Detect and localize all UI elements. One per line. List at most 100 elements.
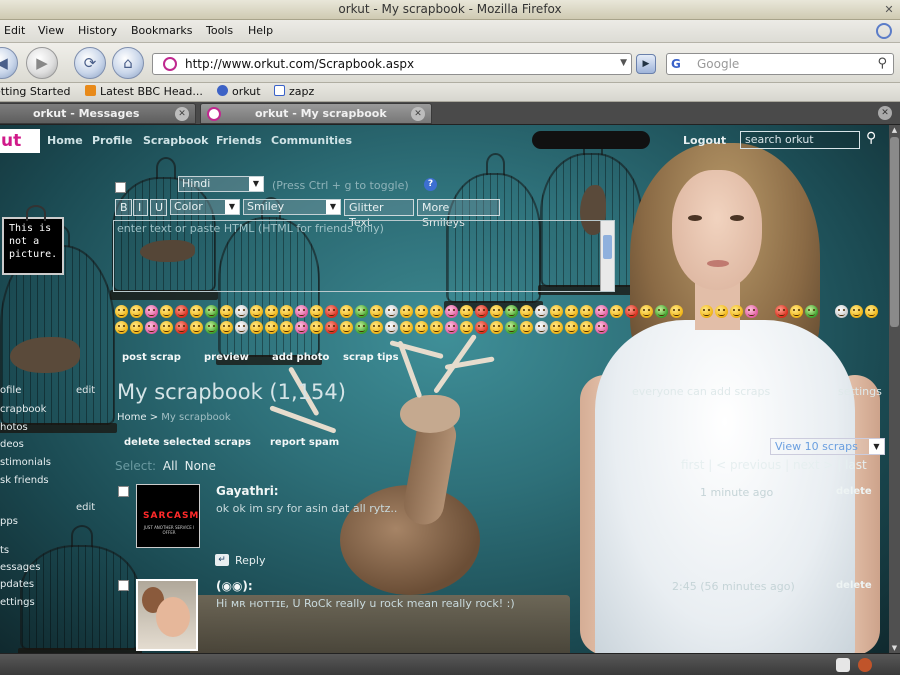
scrap-tips-link[interactable]: scrap tips [343,352,399,363]
smiley-icon[interactable] [190,321,203,334]
smiley-icon[interactable] [325,305,338,318]
reply-icon[interactable]: ↵ [215,554,229,566]
edit-link[interactable]: edit [76,385,95,396]
scrap-textarea[interactable]: enter text or paste HTML (HTML for frien… [113,220,615,292]
edit-link[interactable]: edit [76,502,95,513]
left-link-messages[interactable]: essages [0,562,40,573]
left-link-lists[interactable]: ts [0,545,9,556]
tab-messages[interactable]: orkut - Messages ✕ [0,103,196,124]
smiley-icon[interactable] [370,305,383,318]
smiley-icon[interactable] [520,305,533,318]
smiley-icon[interactable] [475,321,488,334]
smiley-icon[interactable] [355,305,368,318]
edit-page-icon[interactable] [836,658,850,672]
smiley-icon[interactable] [715,305,728,318]
smiley-icon[interactable] [385,321,398,334]
smiley-icon[interactable] [610,305,623,318]
google-engine-icon[interactable]: G [671,57,681,71]
transliterate-checkbox[interactable] [115,182,126,193]
smiley-icon[interactable] [460,321,473,334]
smiley-icon[interactable] [745,305,758,318]
reload-button[interactable]: ⟳ [74,47,106,79]
smiley-icon[interactable] [445,305,458,318]
smiley-icon[interactable] [205,305,218,318]
smiley-icon[interactable] [580,321,593,334]
smiley-icon[interactable] [550,321,563,334]
left-link-apps[interactable]: pps [0,516,18,527]
back-button[interactable]: ◀ [0,47,18,79]
smiley-icon[interactable] [460,305,473,318]
settings-link[interactable]: settings [838,385,882,398]
smiley-icon[interactable] [835,305,848,318]
smiley-icon[interactable] [730,305,743,318]
smiley-icon[interactable] [310,305,323,318]
smiley-icon[interactable] [550,305,563,318]
left-link-videos[interactable]: deos [0,439,24,450]
window-close-icon[interactable]: ✕ [882,3,896,16]
smiley-icon[interactable] [505,321,518,334]
smiley-icon[interactable] [220,321,233,334]
smiley-icon[interactable] [175,305,188,318]
page-scrollbar[interactable]: ▲ ▼ [889,125,900,653]
smiley-icon[interactable] [235,321,248,334]
underline-button[interactable]: U [150,199,167,216]
smiley-icon[interactable] [145,321,158,334]
smiley-icon[interactable] [400,305,413,318]
scrap-author[interactable]: (◉◉): [216,579,253,593]
smiley-icon[interactable] [220,305,233,318]
smiley-icon[interactable] [415,305,428,318]
smiley-icon[interactable] [265,305,278,318]
smiley-icon[interactable] [175,321,188,334]
smiley-icon[interactable] [115,321,128,334]
nav-scrapbook[interactable]: Scrapbook [143,134,208,147]
search-bar[interactable]: G Google ⚲ [666,53,894,75]
smiley-icon[interactable] [805,305,818,318]
smiley-icon[interactable] [160,305,173,318]
nav-communities[interactable]: Communities [271,134,352,147]
smiley-icon[interactable] [475,305,488,318]
select-all-link[interactable]: All [163,459,178,473]
breadcrumb-home[interactable]: Home [117,412,147,423]
smiley-icon[interactable] [130,321,143,334]
smiley-icon[interactable] [640,305,653,318]
orkut-logo[interactable]: ut [0,129,40,153]
go-button[interactable]: ▶ [636,54,656,74]
smiley-icon[interactable] [520,321,533,334]
avatar[interactable]: SARCASM JUST ANOTHER SERVICE I OFFER [136,484,200,548]
report-spam-button[interactable]: report spam [270,437,339,448]
smiley-icon[interactable] [130,305,143,318]
smiley-icon[interactable] [595,305,608,318]
menu-view[interactable]: View [38,24,64,37]
select-none-link[interactable]: None [185,459,216,473]
smiley-icon[interactable] [790,305,803,318]
textarea-scrollbar[interactable] [600,221,614,291]
smiley-icon[interactable] [265,321,278,334]
left-link-ask-friends[interactable]: sk friends [0,475,49,486]
scrap-checkbox[interactable] [118,580,129,591]
menu-bookmarks[interactable]: Bookmarks [131,24,192,37]
scrap-checkbox[interactable] [118,486,129,497]
bold-button[interactable]: B [115,199,132,216]
left-link-scrapbook[interactable]: crapbook [0,404,46,415]
smiley-icon[interactable] [490,305,503,318]
reply-link[interactable]: Reply [235,554,265,567]
smiley-icon[interactable] [325,321,338,334]
smiley-icon[interactable] [280,305,293,318]
scrollbar-thumb[interactable] [890,137,899,327]
italic-button[interactable]: I [133,199,148,216]
smiley-icon[interactable] [250,321,263,334]
smiley-icon[interactable] [580,305,593,318]
smiley-icon[interactable] [295,321,308,334]
smiley-icon[interactable] [700,305,713,318]
language-select[interactable]: Hindi ▼ [178,176,264,192]
smiley-icon[interactable] [160,321,173,334]
smiley-icon[interactable] [850,305,863,318]
smiley-icon[interactable] [235,305,248,318]
search-magnifier-icon[interactable]: ⚲ [877,56,887,71]
smiley-icon[interactable] [310,321,323,334]
left-link-profile[interactable]: ofile [0,385,21,396]
smiley-icon[interactable] [655,305,668,318]
smiley-icon[interactable] [385,305,398,318]
menu-edit[interactable]: Edit [4,24,25,37]
left-link-updates[interactable]: pdates [0,579,34,590]
